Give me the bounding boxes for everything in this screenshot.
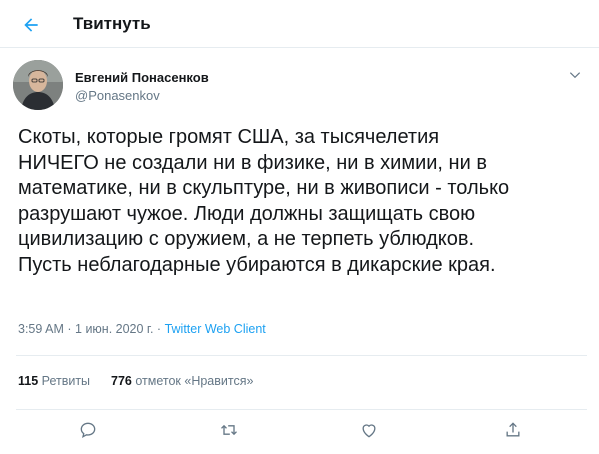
tweet-meta: 3:59 AM · 1 июн. 2020 г. · Twitter Web C…	[18, 322, 266, 336]
retweets-stat[interactable]: 115 Ретвиты	[18, 374, 94, 388]
divider	[16, 355, 587, 356]
like-button[interactable]	[351, 412, 387, 448]
tweet-text-line: цивилизацию с оружием, а не терпеть ублю…	[18, 228, 475, 251]
author-name[interactable]: Евгений Понасенков	[75, 70, 209, 85]
heart-icon	[362, 424, 376, 438]
retweet-button[interactable]	[211, 412, 247, 448]
tweet-text-line: математике, ни в скульптуре, ни в живопи…	[18, 177, 510, 200]
arrow-left-icon	[24, 18, 38, 32]
author-handle[interactable]: @Ponasenkov	[75, 88, 160, 103]
more-options-button[interactable]	[566, 66, 584, 84]
tweet-time[interactable]: 3:59 AM	[18, 322, 64, 336]
tweet-date[interactable]: 1 июн. 2020 г.	[75, 322, 153, 336]
reply-icon	[80, 422, 96, 438]
meta-separator: ·	[156, 322, 162, 336]
divider	[16, 409, 587, 410]
avatar-image	[13, 60, 63, 110]
back-button[interactable]	[14, 8, 48, 42]
tweet-text-line: Скоты, которые громят США, за тысячелети…	[18, 126, 440, 148]
tweet-text: Скоты, которые громят США, за тысячелети…	[18, 125, 588, 279]
likes-label: отметок «Нравится»	[135, 374, 254, 388]
tweet-text-line: Пусть неблагодарные убираются в дикарски…	[18, 253, 496, 276]
likes-count: 776	[111, 374, 132, 388]
tweet-text-line: НИЧЕГО не создали ни в физике, ни в хими…	[18, 151, 487, 174]
reply-button[interactable]	[70, 412, 106, 448]
retweets-count: 115	[18, 374, 39, 388]
retweets-label: Ретвиты	[41, 374, 91, 388]
tweet-stats: 115 Ретвиты 776 отметок «Нравится»	[18, 374, 253, 388]
likes-stat[interactable]: 776 отметок «Нравится»	[111, 374, 253, 388]
share-icon	[506, 422, 520, 437]
tweet-text-line: разрушают чужое. Люди должны защищать св…	[18, 202, 476, 225]
retweet-icon	[221, 424, 237, 436]
page-title: Твитнуть	[73, 14, 151, 33]
tweet-actions	[0, 412, 599, 452]
meta-separator: ·	[67, 322, 72, 336]
tweet-source-link[interactable]: Twitter Web Client	[165, 322, 266, 336]
chevron-down-icon	[569, 72, 581, 79]
share-button[interactable]	[495, 412, 531, 448]
page-header: Твитнуть	[0, 0, 599, 48]
avatar[interactable]	[13, 60, 63, 110]
